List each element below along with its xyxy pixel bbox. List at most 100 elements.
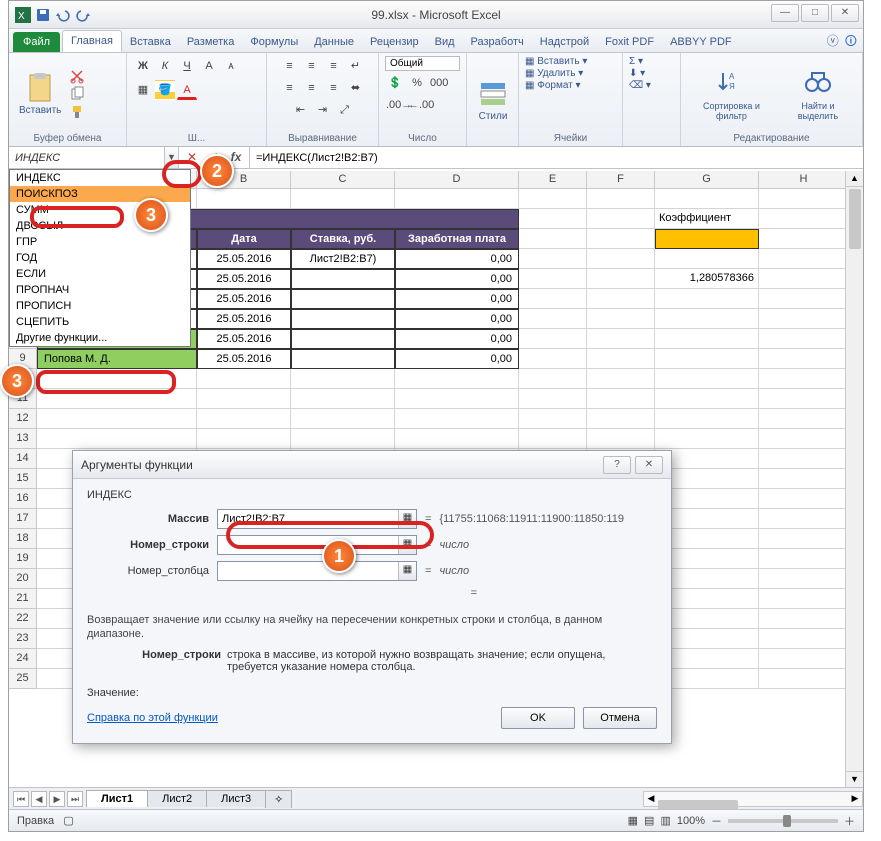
dd-item[interactable]: ГОД bbox=[10, 250, 190, 266]
tab-review[interactable]: Рецензир bbox=[362, 32, 427, 52]
tab-home[interactable]: Главная bbox=[62, 30, 122, 52]
tab-foxit[interactable]: Foxit PDF bbox=[597, 32, 662, 52]
formula-input[interactable] bbox=[250, 147, 863, 168]
cell[interactable] bbox=[759, 369, 849, 389]
scroll-thumb[interactable] bbox=[849, 189, 861, 249]
dd-item[interactable]: ПРОПНАЧ bbox=[10, 282, 190, 298]
cell[interactable] bbox=[587, 349, 655, 369]
cell[interactable] bbox=[395, 189, 519, 209]
cell[interactable] bbox=[291, 189, 395, 209]
indent-dec[interactable]: ⇤ bbox=[291, 100, 311, 120]
cell[interactable] bbox=[759, 189, 849, 209]
cell[interactable] bbox=[759, 529, 849, 549]
font-color-button[interactable]: A bbox=[177, 80, 197, 100]
number-format-combo[interactable]: Общий bbox=[385, 56, 460, 71]
merge-cells[interactable]: ⬌ bbox=[346, 78, 366, 98]
font-size-inc[interactable]: A bbox=[199, 56, 219, 76]
view-pagelayout-icon[interactable]: ▤ bbox=[644, 814, 654, 827]
cells-format[interactable]: ▦ Формат ▾ bbox=[525, 80, 581, 91]
cell[interactable] bbox=[291, 369, 395, 389]
cell[interactable] bbox=[291, 409, 395, 429]
cell[interactable] bbox=[519, 289, 587, 309]
sort-filter-button[interactable]: AЯСортировка и фильтр bbox=[687, 65, 776, 123]
dialog-help-button[interactable]: ? bbox=[603, 456, 631, 474]
cell[interactable] bbox=[759, 589, 849, 609]
dd-item[interactable]: ПРОПИСН bbox=[10, 298, 190, 314]
cell[interactable] bbox=[655, 369, 759, 389]
cell[interactable] bbox=[759, 309, 849, 329]
sheet-tab-2[interactable]: Лист2 bbox=[147, 790, 207, 807]
dd-item[interactable]: ЕСЛИ bbox=[10, 266, 190, 282]
cell[interactable] bbox=[655, 229, 759, 249]
cell[interactable]: Коэффициент bbox=[655, 209, 759, 229]
cell[interactable] bbox=[587, 209, 655, 229]
bold-button[interactable]: Ж bbox=[133, 56, 153, 76]
tab-developer[interactable]: Разработч bbox=[463, 32, 532, 52]
col-header[interactable]: D bbox=[395, 171, 519, 188]
dd-item-match[interactable]: ПОИСКПОЗ bbox=[10, 186, 190, 202]
cell[interactable] bbox=[519, 349, 587, 369]
cell[interactable] bbox=[291, 269, 395, 289]
border-button[interactable]: ▦ bbox=[133, 80, 153, 100]
sheet-tab-new[interactable]: ✧ bbox=[265, 790, 292, 808]
cell[interactable] bbox=[655, 409, 759, 429]
cell[interactable] bbox=[197, 429, 291, 449]
cell[interactable] bbox=[587, 229, 655, 249]
zoom-value[interactable]: 100% bbox=[677, 815, 705, 827]
cell[interactable]: Лист2!B2:B7) bbox=[291, 249, 395, 269]
cell[interactable] bbox=[759, 249, 849, 269]
cell[interactable] bbox=[759, 489, 849, 509]
cell[interactable]: 0,00 bbox=[395, 349, 519, 369]
cell[interactable] bbox=[395, 389, 519, 409]
tab-file[interactable]: Файл bbox=[13, 32, 60, 52]
cell[interactable]: Заработная плата bbox=[395, 229, 519, 249]
cell[interactable] bbox=[519, 369, 587, 389]
cell[interactable] bbox=[197, 389, 291, 409]
cell[interactable] bbox=[655, 349, 759, 369]
cell[interactable] bbox=[759, 649, 849, 669]
cell[interactable]: Попова М. Д. bbox=[37, 349, 197, 369]
row-header[interactable]: 17 bbox=[9, 509, 37, 529]
align-center[interactable]: ≡ bbox=[302, 78, 322, 98]
cell[interactable] bbox=[587, 249, 655, 269]
row-header[interactable]: 12 bbox=[9, 409, 37, 429]
sheet-nav-prev[interactable]: ◀ bbox=[31, 791, 47, 807]
cell[interactable] bbox=[655, 189, 759, 209]
row-header[interactable]: 23 bbox=[9, 629, 37, 649]
dd-item[interactable]: СЦЕПИТЬ bbox=[10, 314, 190, 330]
cell[interactable] bbox=[759, 429, 849, 449]
cell[interactable] bbox=[759, 209, 849, 229]
cell[interactable] bbox=[759, 229, 849, 249]
cell[interactable]: 25.05.2016 bbox=[197, 249, 291, 269]
clear-button[interactable]: ⌫ ▾ bbox=[629, 80, 651, 91]
cell[interactable] bbox=[519, 209, 587, 229]
wrap-text[interactable]: ↵ bbox=[346, 56, 366, 76]
cell[interactable] bbox=[519, 309, 587, 329]
cell[interactable] bbox=[395, 429, 519, 449]
cell[interactable] bbox=[395, 409, 519, 429]
cell[interactable] bbox=[759, 449, 849, 469]
cell[interactable] bbox=[519, 389, 587, 409]
tab-formulas[interactable]: Формулы bbox=[242, 32, 306, 52]
align-top[interactable]: ≡ bbox=[280, 56, 300, 76]
cell[interactable] bbox=[655, 389, 759, 409]
row-header[interactable]: 19 bbox=[9, 549, 37, 569]
cell[interactable]: 25.05.2016 bbox=[197, 269, 291, 289]
row-header[interactable]: 14 bbox=[9, 449, 37, 469]
macro-record-icon[interactable]: ▢ bbox=[63, 815, 73, 827]
row-header[interactable]: 16 bbox=[9, 489, 37, 509]
row-header[interactable]: 21 bbox=[9, 589, 37, 609]
indent-inc[interactable]: ⇥ bbox=[313, 100, 333, 120]
tab-data[interactable]: Данные bbox=[306, 32, 362, 52]
ok-button[interactable]: OK bbox=[501, 707, 575, 729]
cell[interactable] bbox=[759, 389, 849, 409]
cell[interactable] bbox=[197, 369, 291, 389]
cell[interactable]: 25.05.2016 bbox=[197, 289, 291, 309]
ribbon-minimize-icon[interactable]: ⓥ bbox=[827, 32, 839, 53]
col-header[interactable]: F bbox=[587, 171, 655, 188]
cell[interactable]: 0,00 bbox=[395, 249, 519, 269]
tab-layout[interactable]: Разметка bbox=[179, 32, 243, 52]
cell[interactable] bbox=[759, 409, 849, 429]
inc-decimal[interactable]: .00→ bbox=[385, 95, 405, 115]
dec-decimal[interactable]: ←.00 bbox=[407, 95, 427, 115]
